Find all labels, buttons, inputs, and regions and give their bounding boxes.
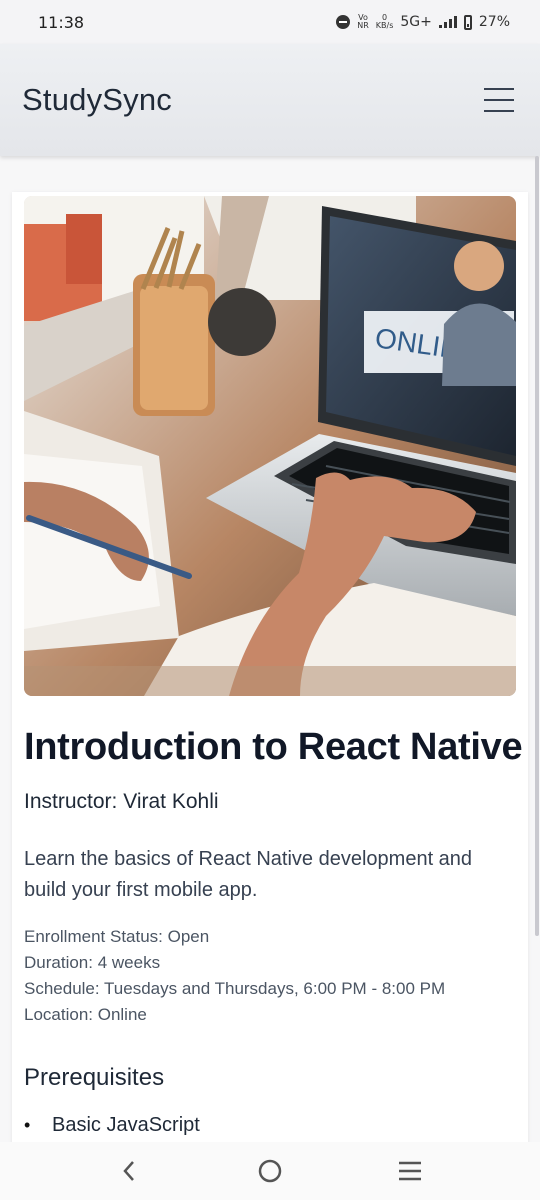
home-circle-icon[interactable]: [253, 1154, 287, 1188]
status-time: 11:38: [38, 12, 85, 32]
enrollment-status: Enrollment Status: Open: [24, 927, 210, 946]
signal-strength-icon: [438, 16, 457, 28]
data-rate: 0 KB/s: [375, 13, 394, 30]
hamburger-menu-icon[interactable]: [484, 88, 514, 112]
app-title: StudySync: [22, 82, 172, 117]
android-navigation-bar: [0, 1142, 540, 1200]
location: Location: Online: [24, 1005, 147, 1024]
course-title: Introduction to React Native: [24, 726, 523, 768]
prerequisites-list: • Basic JavaScript: [24, 1110, 516, 1140]
course-content: ONLINE C Introduction to React Native In…: [0, 156, 540, 1142]
do-not-disturb-icon: [336, 15, 351, 29]
battery-percent: 27%: [478, 14, 510, 30]
status-icons: Vo NR 0 KB/s 5G+ 27%: [336, 14, 510, 30]
network-type: 5G+: [400, 14, 432, 30]
course-details: Enrollment Status: Open Duration: 4 week…: [24, 924, 516, 1028]
prerequisite-item: • Basic JavaScript: [24, 1110, 516, 1140]
bullet-icon: •: [24, 1114, 31, 1135]
prerequisite-label: Basic JavaScript: [52, 1113, 200, 1136]
volte-indicator: Vo NR: [357, 13, 369, 30]
duration: Duration: 4 weeks: [24, 953, 161, 972]
schedule: Schedule: Tuesdays and Thursdays, 6:00 P…: [24, 979, 446, 998]
prerequisites-heading: Prerequisites: [24, 1064, 165, 1091]
online-learning-photo: ONLINE C: [24, 196, 516, 696]
course-image: ONLINE C: [24, 196, 516, 696]
recent-apps-icon[interactable]: [393, 1154, 427, 1188]
back-chevron-icon[interactable]: [113, 1154, 147, 1188]
app-header: StudySync: [0, 44, 540, 156]
course-description: Learn the basics of React Native develop…: [24, 848, 473, 901]
course-card: ONLINE C Introduction to React Native In…: [12, 192, 528, 1142]
battery-icon: [463, 14, 472, 30]
instructor-name: Instructor: Virat Kohli: [24, 790, 219, 813]
status-bar: 11:38 Vo NR 0 KB/s 5G+ 27%: [0, 0, 540, 44]
